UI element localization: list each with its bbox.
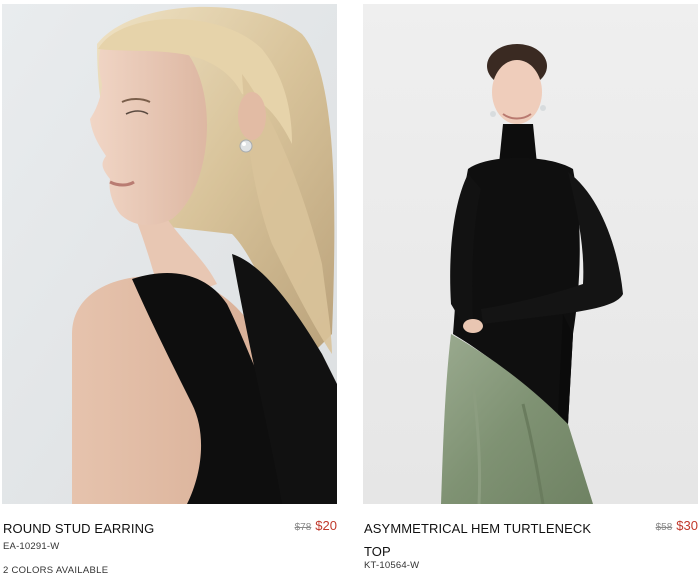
sale-price: $20: [315, 518, 337, 533]
price-block: $58 $30: [656, 517, 698, 536]
colors-available-link[interactable]: 2 COLORS AVAILABLE: [3, 565, 108, 576]
product-grid: ROUND STUD EARRING $78 $20 EA-10291-W 2 C…: [0, 0, 700, 580]
product-sku: KT-10564-W: [364, 560, 420, 571]
original-price: $78: [294, 522, 312, 533]
product-card: ROUND STUD EARRING $78 $20 EA-10291-W 2 C…: [2, 0, 338, 580]
product-sku: EA-10291-W: [3, 541, 60, 552]
product-name[interactable]: ROUND STUD EARRING: [3, 517, 243, 540]
sale-price: $30: [676, 518, 698, 533]
original-price: $58: [655, 522, 673, 533]
price-block: $78 $20: [295, 517, 337, 536]
product-name[interactable]: ASYMMETRICAL HEM TURTLENECK TOP: [364, 517, 604, 563]
model-profile-photo: [2, 4, 337, 504]
product-image[interactable]: [363, 4, 698, 504]
product-card: ASYMMETRICAL HEM TURTLENECK TOP $58 $30 K…: [363, 0, 699, 580]
model-turtleneck-photo: [363, 4, 698, 504]
product-image[interactable]: [2, 4, 337, 504]
